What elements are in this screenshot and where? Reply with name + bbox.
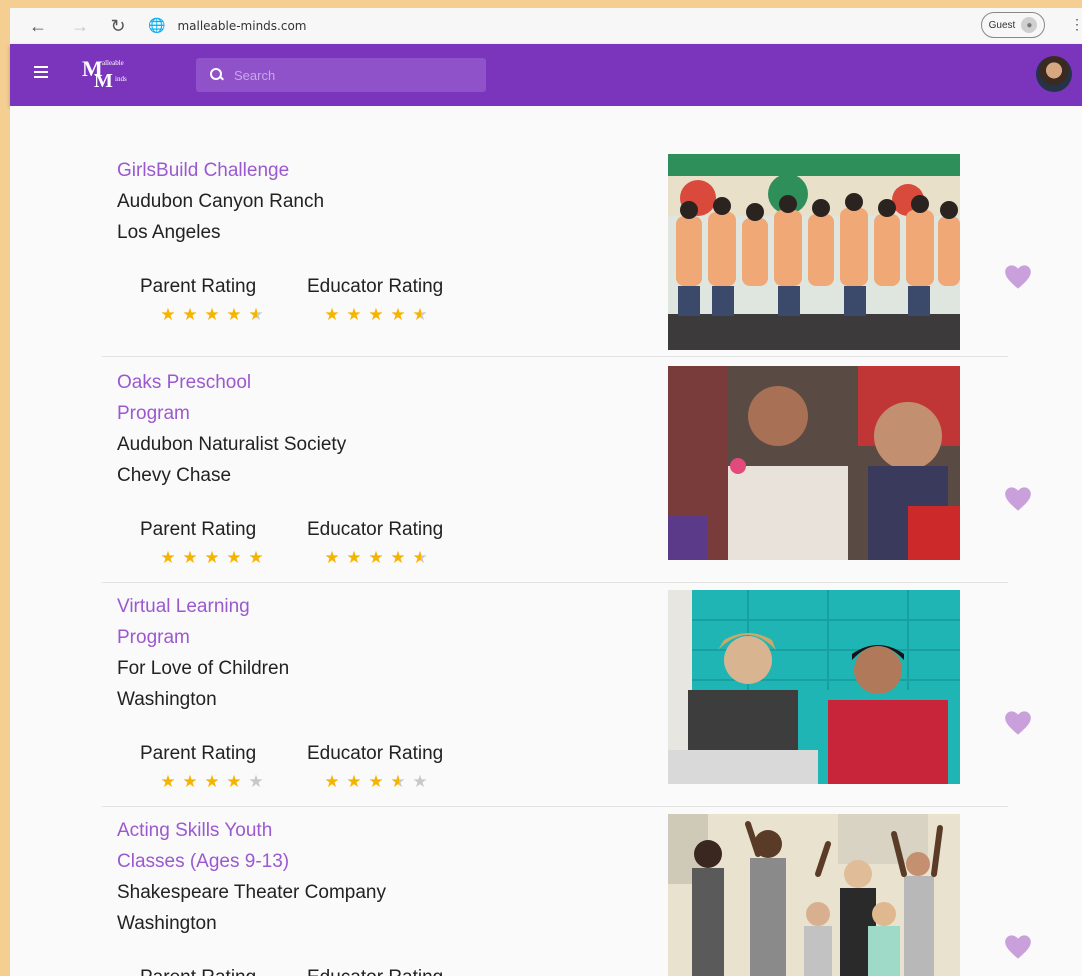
city-name: Los Angeles bbox=[117, 222, 221, 243]
star-icon: ★ bbox=[226, 305, 242, 324]
divider bbox=[102, 806, 1008, 807]
star-half-icon: ★ bbox=[388, 773, 408, 791]
program-title[interactable]: GirlsBuild Challenge bbox=[117, 155, 417, 186]
program-photo[interactable] bbox=[668, 366, 960, 560]
star-half-icon: ★ bbox=[410, 549, 430, 567]
educator-rating-label: Educator Rating bbox=[307, 743, 444, 764]
star-icon: ★ bbox=[204, 305, 220, 324]
profile-label: Guest bbox=[988, 19, 1016, 31]
star-icon: ★ bbox=[204, 772, 220, 791]
parent-rating-label: Parent Rating bbox=[140, 743, 257, 764]
star-icon: ★ bbox=[368, 305, 384, 324]
star-icon: ★ bbox=[390, 305, 406, 324]
educator-rating-stars: ★ ★ ★ ★ ★ bbox=[322, 306, 430, 324]
educator-rating-label: Educator Rating bbox=[307, 967, 443, 976]
city-name: Washington bbox=[117, 689, 217, 710]
heart-icon[interactable] bbox=[1004, 934, 1032, 960]
heart-icon[interactable] bbox=[1004, 264, 1032, 290]
star-icon: ★ bbox=[346, 772, 362, 791]
profile-avatar-icon: ● bbox=[1021, 17, 1038, 33]
list-item: GirlsBuild Challenge Audubon Canyon Ranc… bbox=[102, 152, 1031, 357]
window-frame-top bbox=[0, 0, 1082, 8]
star-icon: ★ bbox=[160, 305, 176, 324]
back-arrow-icon[interactable]: ← bbox=[24, 12, 52, 40]
city-name: Chevy Chase bbox=[117, 465, 232, 486]
url-text: malleable-minds.com bbox=[177, 19, 307, 33]
browser-toolbar: ← → ↻ 🌐 malleable-minds.com Guest ● ⋮ bbox=[10, 8, 1082, 44]
star-icon: ★ bbox=[368, 548, 384, 567]
star-icon: ★ bbox=[182, 772, 198, 791]
star-icon: ★ bbox=[324, 305, 340, 324]
parent-rating-label: Parent Rating bbox=[140, 276, 257, 297]
educator-rating-label: Educator Rating bbox=[307, 519, 444, 540]
organization-name: For Love of Children bbox=[117, 658, 290, 679]
program-photo[interactable] bbox=[668, 814, 960, 976]
more-icon[interactable]: ⋮ bbox=[1070, 16, 1082, 33]
hamburger-menu-icon[interactable] bbox=[34, 66, 48, 78]
star-icon: ★ bbox=[346, 305, 362, 324]
profile-button[interactable]: Guest ● bbox=[981, 12, 1045, 38]
educator-rating-label: Educator Rating bbox=[307, 276, 444, 297]
star-empty-icon: ★ bbox=[248, 772, 264, 791]
globe-icon: 🌐 bbox=[148, 18, 166, 34]
search-input[interactable]: Search bbox=[196, 58, 486, 92]
organization-name: Shakespeare Theater Company bbox=[117, 882, 386, 903]
parent-rating-stars: ★ ★ ★ ★ ★ bbox=[158, 549, 266, 567]
search-placeholder: Search bbox=[234, 67, 276, 83]
divider bbox=[102, 356, 1008, 357]
star-icon: ★ bbox=[346, 548, 362, 567]
program-title[interactable]: Virtual Learning Program bbox=[117, 591, 307, 653]
organization-name: Audubon Naturalist Society bbox=[117, 434, 347, 455]
star-icon: ★ bbox=[324, 772, 340, 791]
star-icon: ★ bbox=[390, 548, 406, 567]
star-icon: ★ bbox=[248, 548, 264, 567]
heart-icon[interactable] bbox=[1004, 486, 1032, 512]
star-icon: ★ bbox=[160, 548, 176, 567]
parent-rating-label: Parent Rating bbox=[140, 519, 257, 540]
star-icon: ★ bbox=[226, 772, 242, 791]
divider bbox=[102, 582, 1008, 583]
program-title[interactable]: Oaks Preschool Program bbox=[117, 367, 307, 429]
search-icon bbox=[210, 68, 224, 82]
educator-rating-stars: ★ ★ ★ ★ ★ bbox=[322, 773, 430, 791]
star-half-icon: ★ bbox=[410, 306, 430, 324]
address-bar[interactable]: 🌐 malleable-minds.com bbox=[148, 12, 978, 40]
parent-rating-stars: ★ ★ ★ ★ ★ bbox=[158, 306, 266, 324]
star-empty-icon: ★ bbox=[412, 772, 428, 791]
star-icon: ★ bbox=[204, 548, 220, 567]
city-name: Washington bbox=[117, 913, 217, 934]
program-list: GirlsBuild Challenge Audubon Canyon Ranc… bbox=[10, 106, 1082, 976]
star-icon: ★ bbox=[182, 305, 198, 324]
program-photo[interactable] bbox=[668, 154, 960, 350]
list-item: Oaks Preschool Program Audubon Naturalis… bbox=[102, 364, 1031, 583]
list-item: Virtual Learning Program For Love of Chi… bbox=[102, 588, 1031, 807]
star-half-icon: ★ bbox=[246, 306, 266, 324]
program-photo[interactable] bbox=[668, 590, 960, 784]
star-icon: ★ bbox=[368, 772, 384, 791]
star-icon: ★ bbox=[160, 772, 176, 791]
educator-rating-stars: ★ ★ ★ ★ ★ bbox=[322, 549, 430, 567]
star-icon: ★ bbox=[226, 548, 242, 567]
avatar[interactable] bbox=[1036, 56, 1072, 92]
logo[interactable]: Malleable Minds bbox=[82, 56, 162, 94]
parent-rating-label: Parent Rating bbox=[140, 967, 256, 976]
heart-icon[interactable] bbox=[1004, 710, 1032, 736]
app-header: Malleable Minds Search bbox=[10, 44, 1082, 106]
window-frame-left bbox=[0, 0, 10, 976]
refresh-icon[interactable]: ↻ bbox=[104, 12, 132, 40]
forward-arrow-icon[interactable]: → bbox=[66, 12, 94, 40]
parent-rating-stars: ★ ★ ★ ★ ★ bbox=[158, 773, 266, 791]
star-icon: ★ bbox=[324, 548, 340, 567]
organization-name: Audubon Canyon Ranch bbox=[117, 191, 325, 212]
star-icon: ★ bbox=[182, 548, 198, 567]
list-item: Acting Skills Youth Classes (Ages 9-13) … bbox=[102, 812, 1031, 976]
program-title[interactable]: Acting Skills Youth Classes (Ages 9-13) bbox=[117, 815, 337, 877]
